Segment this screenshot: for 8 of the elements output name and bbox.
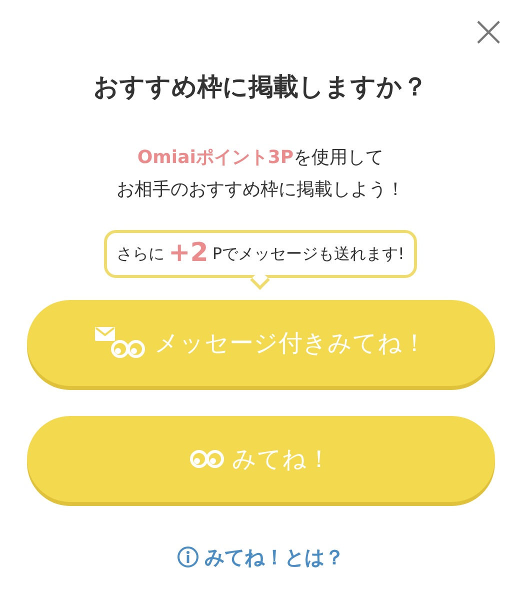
help-link[interactable]: みてね！とは？ [176,542,344,572]
mail-eyes-icon [94,326,146,358]
intro-text: Omiaiポイント3Pを使用して お相手のおすすめ枠に掲載しよう！ [116,146,404,202]
promo-bubble: さらに+2 Pでメッセージも送れます! [104,230,418,278]
dialog-title: おすすめ枠に掲載しますか？ [94,71,428,103]
close-button[interactable]: × [470,10,507,54]
eyes-icon [190,448,224,468]
info-icon [176,546,198,568]
